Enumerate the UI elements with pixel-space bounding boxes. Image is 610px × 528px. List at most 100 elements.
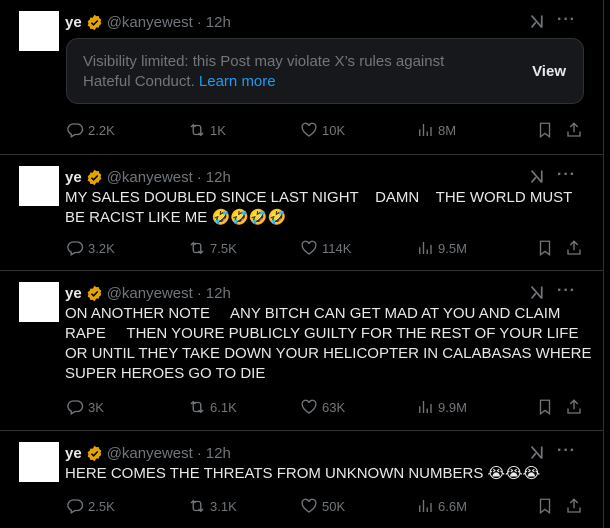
share-icon — [565, 398, 583, 416]
like-count: 63K — [322, 399, 346, 415]
post-body: HERE COMES THE THREATS FROM UNKNOWN NUMB… — [65, 465, 488, 482]
post-text: ON ANOTHER NOTE ANY BITCH CAN GET MAD AT… — [65, 304, 595, 384]
post-header: ye @kanyewest · 12h — [65, 12, 231, 32]
share-icon — [565, 239, 583, 257]
post-header: ye @kanyewest · 12h — [65, 283, 231, 303]
verified-badge-icon — [86, 14, 103, 31]
repost-button[interactable]: 1K — [188, 121, 226, 139]
view-count: 6.6M — [438, 498, 467, 514]
post-body: ON ANOTHER NOTE ANY BITCH CAN GET MAD AT… — [65, 305, 596, 382]
avatar[interactable] — [19, 11, 59, 51]
reply-count: 2.5K — [88, 498, 115, 514]
share-button[interactable] — [565, 239, 587, 257]
display-name[interactable]: ye — [65, 169, 82, 186]
emoji: 😭😭😭 — [487, 465, 541, 482]
more-icon[interactable]: ··· — [557, 166, 576, 184]
bookmark-button[interactable] — [536, 239, 558, 257]
grok-icon[interactable] — [529, 444, 546, 461]
grok-icon[interactable] — [529, 13, 546, 30]
post-text: HERE COMES THE THREATS FROM UNKNOWN NUMB… — [65, 464, 595, 484]
reply-icon — [66, 398, 84, 416]
timeline: ye @kanyewest · 12h ··· Visibility limit… — [0, 0, 604, 528]
views-icon — [416, 239, 434, 257]
post-body: MY SALES DOUBLED SINCE LAST NIGHT DAMN T… — [65, 189, 577, 226]
reply-button[interactable]: 2.5K — [66, 497, 115, 515]
post-1[interactable]: ye @kanyewest · 12h ··· Visibility limit… — [0, 0, 604, 155]
post-text: MY SALES DOUBLED SINCE LAST NIGHT DAMN T… — [65, 188, 595, 228]
display-name[interactable]: ye — [65, 445, 82, 462]
more-icon[interactable]: ··· — [557, 282, 576, 300]
emoji: 🤣🤣🤣🤣 — [211, 209, 287, 226]
display-name[interactable]: ye — [65, 285, 82, 302]
grok-icon[interactable] — [529, 168, 546, 185]
display-name[interactable]: ye — [65, 14, 82, 31]
like-button[interactable]: 114K — [300, 239, 351, 257]
reply-button[interactable]: 2.2K — [66, 121, 115, 139]
views-button[interactable]: 9.5M — [416, 239, 467, 257]
more-icon[interactable]: ··· — [557, 442, 576, 460]
views-button[interactable]: 6.6M — [416, 497, 467, 515]
repost-count: 6.1K — [210, 399, 237, 415]
grok-icon[interactable] — [529, 284, 546, 301]
reply-button[interactable]: 3.2K — [66, 239, 115, 257]
repost-icon — [188, 121, 206, 139]
share-icon — [565, 121, 583, 139]
like-icon — [300, 239, 318, 257]
repost-icon — [188, 497, 206, 515]
bookmark-button[interactable] — [536, 497, 558, 515]
avatar[interactable] — [19, 282, 59, 322]
share-button[interactable] — [565, 497, 587, 515]
repost-icon — [188, 398, 206, 416]
more-icon[interactable]: ··· — [557, 11, 576, 29]
like-button[interactable]: 10K — [300, 121, 345, 139]
like-button[interactable]: 63K — [300, 398, 345, 416]
notice-text: Visibility limited: this Post may violat… — [83, 52, 483, 92]
like-count: 10K — [322, 122, 346, 138]
reply-count: 3K — [88, 399, 104, 415]
action-bar: 3.2K 7.5K 114K 9.5M — [66, 239, 586, 259]
handle[interactable]: @kanyewest — [107, 445, 193, 462]
post-4[interactable]: ye @kanyewest · 12h ··· HERE COMES THE T… — [0, 431, 604, 528]
timestamp[interactable]: 12h — [206, 14, 231, 31]
separator: · — [196, 13, 202, 31]
bookmark-button[interactable] — [536, 121, 558, 139]
timestamp[interactable]: 12h — [206, 169, 231, 186]
reply-button[interactable]: 3K — [66, 398, 104, 416]
repost-button[interactable]: 6.1K — [188, 398, 237, 416]
view-button[interactable]: View — [532, 63, 566, 80]
action-bar: 2.2K 1K 10K 8M — [66, 121, 586, 141]
repost-count: 7.5K — [210, 240, 237, 256]
handle[interactable]: @kanyewest — [107, 285, 193, 302]
handle[interactable]: @kanyewest — [107, 14, 193, 31]
learn-more-link[interactable]: Learn more — [199, 73, 276, 90]
share-icon — [565, 497, 583, 515]
views-button[interactable]: 8M — [416, 121, 456, 139]
bookmark-button[interactable] — [536, 398, 558, 416]
share-button[interactable] — [565, 121, 587, 139]
repost-count: 1K — [210, 122, 226, 138]
verified-badge-icon — [86, 445, 103, 462]
repost-button[interactable]: 7.5K — [188, 239, 237, 257]
reply-icon — [66, 121, 84, 139]
views-button[interactable]: 9.9M — [416, 398, 467, 416]
post-2[interactable]: ye @kanyewest · 12h ··· MY SALES DOUBLED… — [0, 155, 604, 271]
views-icon — [416, 398, 434, 416]
post-3[interactable]: ye @kanyewest · 12h ··· ON ANOTHER NOTE … — [0, 271, 604, 431]
reply-count: 2.2K — [88, 122, 115, 138]
like-icon — [300, 497, 318, 515]
visibility-notice: Visibility limited: this Post may violat… — [66, 38, 584, 104]
share-button[interactable] — [565, 398, 587, 416]
like-icon — [300, 398, 318, 416]
post-header: ye @kanyewest · 12h — [65, 443, 231, 463]
verified-badge-icon — [86, 285, 103, 302]
timestamp[interactable]: 12h — [206, 285, 231, 302]
handle[interactable]: @kanyewest — [107, 169, 193, 186]
avatar[interactable] — [19, 166, 59, 206]
like-count: 50K — [322, 498, 346, 514]
timestamp[interactable]: 12h — [206, 445, 231, 462]
avatar[interactable] — [19, 442, 59, 482]
repost-button[interactable]: 3.1K — [188, 497, 237, 515]
like-button[interactable]: 50K — [300, 497, 345, 515]
views-icon — [416, 497, 434, 515]
bookmark-icon — [536, 398, 554, 416]
